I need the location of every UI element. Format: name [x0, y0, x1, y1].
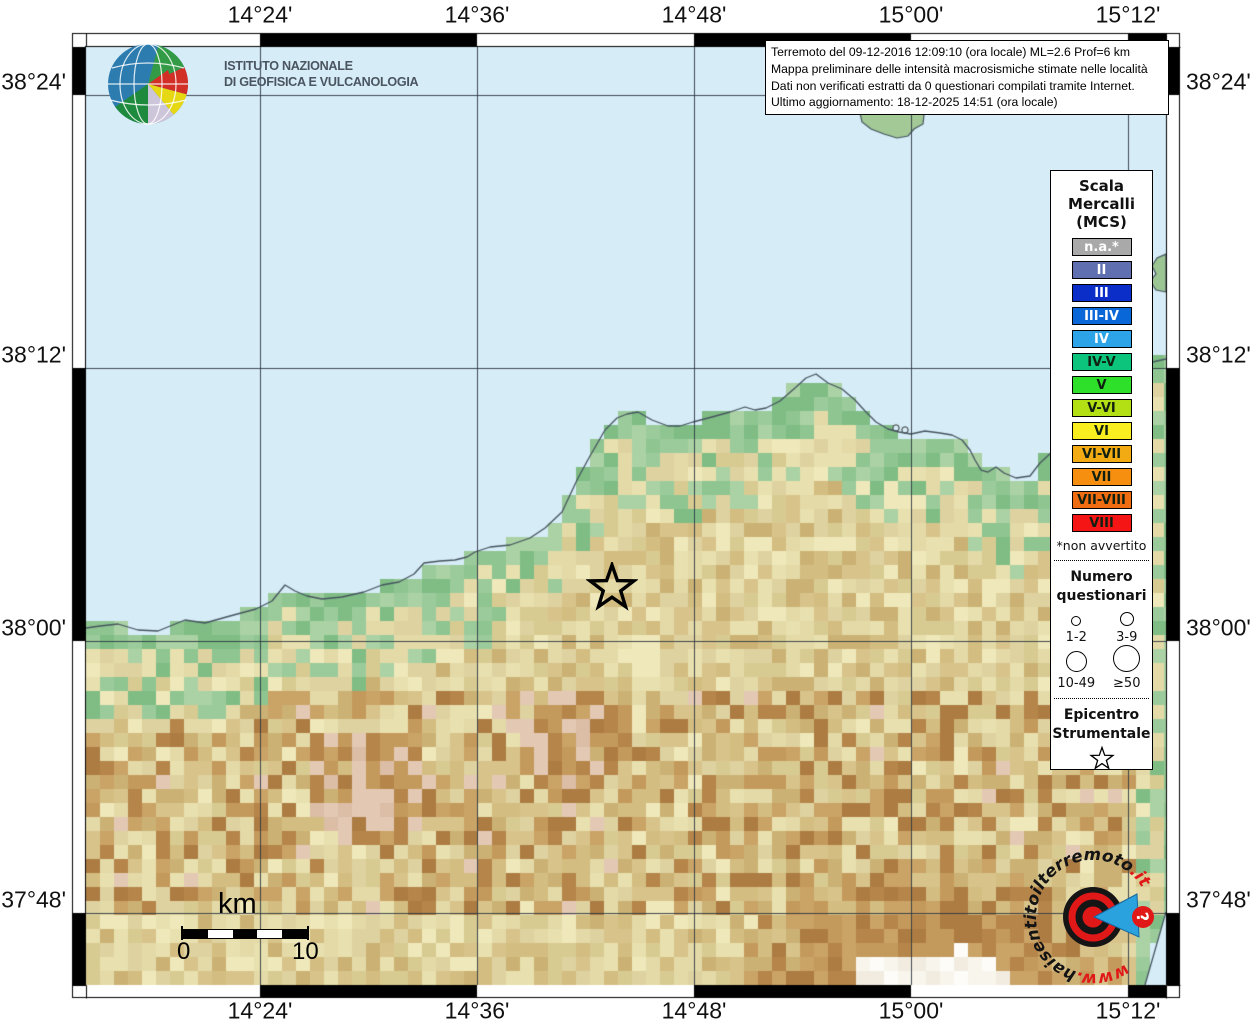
mcs-scale-chip: III — [1071, 284, 1132, 302]
longitude-label-bottom: 14°24' — [227, 997, 293, 1024]
size-key-50plus: ≥50 — [1102, 645, 1153, 691]
longitude-label-top: 14°48' — [661, 1, 727, 28]
size-key-1-2: 1-2 — [1051, 610, 1102, 645]
mcs-scale-chip: IV — [1071, 330, 1132, 348]
epicenter-star-marker — [586, 562, 638, 611]
earthquake-info-box: Terremoto del 09-12-2016 12:09:10 (ora l… — [765, 40, 1169, 116]
mcs-scale-chip: II — [1071, 261, 1132, 279]
mcs-scale-chip: VIII — [1071, 514, 1132, 532]
latitude-label-left: 38°00' — [1, 614, 66, 641]
legend-divider-2 — [1054, 698, 1149, 699]
latitude-label-right: 38°12' — [1186, 341, 1251, 368]
legend-title-line1: Scala — [1078, 177, 1125, 195]
legend-title-line3: (MCS) — [1076, 213, 1127, 231]
questionnaire-size-key: 1-2 3-9 10-49 ≥50 — [1051, 610, 1152, 691]
latitude-label-right: 37°48' — [1186, 886, 1251, 913]
longitude-label-bottom: 14°36' — [444, 997, 510, 1024]
medium-circle-icon — [1119, 612, 1134, 626]
xlarge-circle-icon — [1113, 645, 1141, 672]
scale-start-value: 0 — [177, 938, 191, 965]
legend-divider — [1054, 560, 1149, 561]
longitude-label-bottom: 15°00' — [878, 997, 944, 1024]
mcs-scale-chip: n.a.* — [1071, 238, 1132, 256]
map-description-line: Mappa preliminare delle intensità macros… — [771, 61, 1148, 76]
scale-end-value: 10 — [292, 938, 319, 965]
legend-title-line2: Mercalli — [1068, 195, 1135, 213]
scale-unit-label: km — [218, 888, 257, 920]
last-update-line: Ultimo aggiornamento: 18-12-2025 14:51 (… — [771, 95, 1058, 110]
mcs-scale-chip: IV-V — [1071, 353, 1132, 371]
questionnaire-count-title: Numero questionari — [1056, 569, 1147, 604]
ingv-name: ISTITUTO NAZIONALE DI GEOFISICA E VULCAN… — [224, 58, 419, 90]
longitude-label-top: 14°24' — [227, 1, 293, 28]
mcs-scale-chip: V — [1071, 376, 1132, 394]
ingv-logo: ISTITUTO NAZIONALE DI GEOFISICA E VULCAN… — [98, 43, 419, 141]
longitude-label-top: 15°00' — [878, 1, 944, 28]
seismic-intensity-map-page: { "title_box": { "line1": "Terremoto del… — [0, 0, 1254, 1024]
small-circle-icon — [1071, 616, 1082, 626]
latitude-label-right: 38°00' — [1186, 614, 1251, 641]
longitude-label-top: 14°36' — [444, 1, 510, 28]
mcs-scale-chip: VI — [1071, 422, 1132, 440]
longitude-label-bottom: 15°12' — [1095, 997, 1161, 1024]
ingv-name-line2: DI GEOFISICA E VULCANOLOGIA — [224, 75, 419, 89]
haisentito-watermark-logo: www.haisentitoilterremoto.it ? — [1021, 845, 1155, 989]
event-summary-line: Terremoto del 09-12-2016 12:09:10 (ora l… — [771, 45, 1131, 59]
longitude-label-top: 15°12' — [1095, 1, 1161, 28]
large-circle-icon — [1065, 651, 1087, 672]
latitude-label-left: 38°24' — [1, 68, 66, 95]
legend-footnote: *non avvertito — [1056, 538, 1147, 553]
size-key-3-9: 3-9 — [1102, 610, 1153, 645]
mcs-scale-chip: VII — [1071, 468, 1132, 486]
epicenter-star-icon — [1088, 746, 1115, 770]
latitude-label-right: 38°24' — [1186, 68, 1251, 95]
mcs-scale-list: n.a.* II III III-IV IV IV-V V V-VI VI VI-VII VII VI… — [1051, 238, 1152, 532]
mcs-legend-panel: Scala Mercalli (MCS) n.a.* II III III-IV IV I… — [1050, 170, 1153, 770]
size-key-10-49: 10-49 — [1051, 645, 1102, 691]
scale-bar-segments — [183, 929, 307, 939]
ingv-name-line1: ISTITUTO NAZIONALE — [224, 59, 353, 73]
epicenter-legend-title: Epicentro Strumentale — [1052, 707, 1151, 742]
mcs-scale-chip: V-VI — [1071, 399, 1132, 417]
mcs-scale-chip: VII-VIII — [1071, 491, 1132, 509]
legend-title: Scala Mercalli (MCS) — [1051, 177, 1152, 231]
mcs-scale-chip: III-IV — [1071, 307, 1132, 325]
latitude-label-left: 37°48' — [1, 886, 66, 913]
latitude-label-left: 38°12' — [1, 341, 66, 368]
longitude-label-bottom: 14°48' — [661, 997, 727, 1024]
data-disclaimer-line: Dati non verificati estratti da 0 questi… — [771, 78, 1135, 93]
mcs-scale-chip: VI-VII — [1071, 445, 1132, 463]
